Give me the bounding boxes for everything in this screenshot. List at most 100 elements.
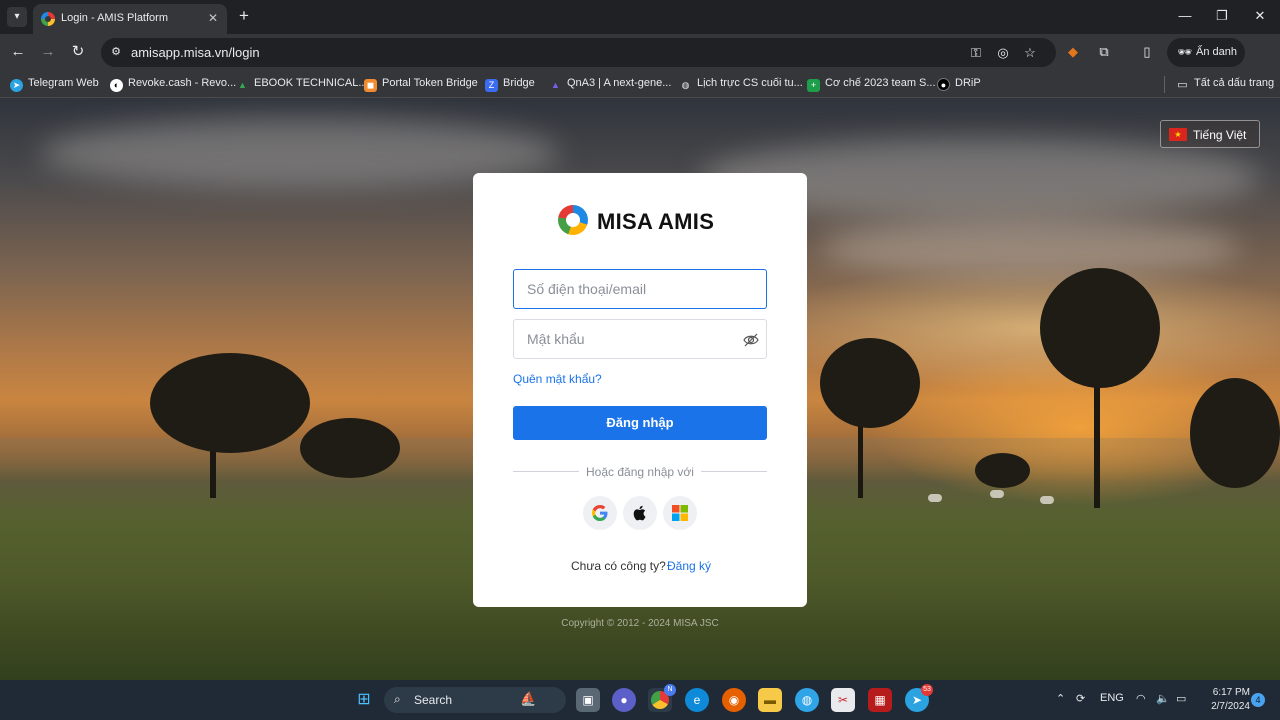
wifi-icon[interactable]: ◠ bbox=[1136, 692, 1146, 705]
tab-title: Login - AMIS Platform bbox=[61, 12, 168, 24]
signup-link[interactable]: Đăng ký bbox=[667, 559, 711, 573]
windows-taskbar: ⊞ ⌕ Search ⛵ ▣ ● N e ◉ ▬ ◍ ✂ ▦ ➤ 53 ⌃ ⟳ … bbox=[0, 680, 1280, 720]
portal-icon: ◼ bbox=[364, 79, 377, 92]
forgot-password-link[interactable]: Quên mật khẩu? bbox=[513, 372, 602, 386]
chrome-profile-badge: N bbox=[664, 684, 676, 696]
calculator-icon[interactable]: ▦ bbox=[868, 688, 892, 712]
edge-icon[interactable]: e bbox=[685, 688, 709, 712]
window-close-icon[interactable]: ✕ bbox=[1249, 6, 1271, 26]
extensions-puzzle-icon[interactable]: ⧉ bbox=[1095, 43, 1113, 61]
bookmark-drip[interactable]: ● DRiP bbox=[937, 77, 981, 93]
eye-slash-icon[interactable] bbox=[742, 331, 760, 349]
bookmark-bridge[interactable]: Z Bridge bbox=[485, 77, 535, 93]
incognito-indicator[interactable]: 🕶 Ẩn danh bbox=[1167, 38, 1245, 67]
teams-chat-icon[interactable]: ● bbox=[612, 688, 636, 712]
browser-tab-active[interactable]: Login - AMIS Platform ✕ bbox=[33, 4, 227, 34]
search-label: Search bbox=[414, 693, 453, 707]
password-key-icon[interactable]: ⚿ bbox=[967, 44, 985, 62]
microsoft-icon bbox=[672, 505, 688, 521]
login-page-background: ★ Tiếng Việt MISA AMIS Quên mật khẩu? Đă… bbox=[0, 98, 1280, 680]
signup-question: Chưa có công ty? bbox=[571, 559, 666, 573]
window-minimize-icon[interactable]: — bbox=[1174, 6, 1196, 26]
eye-off-icon[interactable]: ◎ bbox=[994, 44, 1012, 62]
divider-text: Hoặc đăng nhập với bbox=[586, 465, 694, 479]
address-bar[interactable]: ⚙ amisapp.misa.vn/login ⚿ ◎ ☆ bbox=[101, 38, 1056, 67]
language-selector-button[interactable]: ★ Tiếng Việt bbox=[1160, 120, 1260, 148]
incognito-label: Ẩn danh bbox=[1196, 46, 1237, 58]
telegram-taskbar-icon[interactable]: ➤ 53 bbox=[905, 684, 933, 712]
windows-start-icon[interactable]: ⊞ bbox=[352, 688, 376, 712]
sheep-shape bbox=[928, 494, 942, 502]
clock-date: 2/7/2024 bbox=[1211, 701, 1250, 712]
bookmarks-bar: ➤ Telegram Web ◐ Revoke.cash - Revo... ▲ EB… bbox=[0, 71, 1280, 98]
back-arrow-icon[interactable]: ← bbox=[8, 42, 28, 62]
metamask-extension-icon[interactable]: ◆ bbox=[1064, 43, 1082, 61]
password-field[interactable] bbox=[513, 319, 767, 359]
bookmark-telegram-web[interactable]: ➤ Telegram Web bbox=[10, 77, 99, 93]
login-button[interactable]: Đăng nhập bbox=[513, 406, 767, 440]
forward-arrow-icon[interactable]: → bbox=[38, 42, 58, 62]
incognito-icon: 🕶 bbox=[1177, 45, 1193, 59]
tray-chevron-up-icon[interactable]: ⌃ bbox=[1056, 692, 1065, 705]
bookmark-qna3[interactable]: ▲ QnA3 | A next-gene... bbox=[549, 77, 671, 93]
tree-canopy bbox=[1190, 378, 1280, 488]
cloud-shape bbox=[820, 218, 1240, 278]
microsoft-login-button[interactable] bbox=[663, 496, 697, 530]
bridge-z-icon: Z bbox=[485, 79, 498, 92]
google-sheets-icon: + bbox=[807, 79, 820, 92]
bookmark-lich-truc-cs[interactable]: ◍ Lịch trực CS cuối tu... bbox=[679, 77, 803, 93]
telegram-unread-badge: 53 bbox=[921, 684, 933, 696]
misa-amis-logo-icon bbox=[558, 205, 588, 235]
bookmarks-separator bbox=[1164, 76, 1165, 93]
sync-icon[interactable]: ⟳ bbox=[1076, 692, 1085, 705]
globe-icon: ◍ bbox=[681, 80, 690, 90]
input-language[interactable]: ENG bbox=[1100, 692, 1124, 704]
snipping-tool-icon[interactable]: ✂ bbox=[831, 688, 855, 712]
bookmark-co-che-2023[interactable]: + Cơ chế 2023 team S... bbox=[807, 77, 936, 93]
side-panel-icon[interactable]: ▯ bbox=[1138, 43, 1156, 61]
tree-trunk bbox=[1094, 368, 1100, 508]
tree-canopy bbox=[820, 338, 920, 428]
site-info-tune-icon[interactable]: ⚙ bbox=[109, 45, 123, 59]
task-view-icon[interactable]: ▣ bbox=[576, 688, 600, 712]
firefox-icon[interactable]: ◉ bbox=[722, 688, 746, 712]
clock-time: 6:17 PM bbox=[1212, 687, 1250, 698]
tree-canopy bbox=[300, 418, 400, 478]
browser-tab-bar: ▾ Login - AMIS Platform ✕ + — ❐ ✕ bbox=[0, 0, 1280, 34]
volume-muted-icon[interactable]: 🔈 bbox=[1156, 692, 1170, 705]
notification-count-badge[interactable]: 4 bbox=[1251, 693, 1265, 707]
taskbar-search-box[interactable]: ⌕ Search ⛵ bbox=[384, 687, 566, 713]
search-icon: ⌕ bbox=[394, 692, 401, 706]
login-card: MISA AMIS Quên mật khẩu? Đăng nhập Hoặc … bbox=[473, 173, 807, 607]
bookmark-revoke-cash[interactable]: ◐ Revoke.cash - Revo... bbox=[110, 77, 236, 93]
bookmark-star-icon[interactable]: ☆ bbox=[1021, 44, 1039, 62]
folder-icon: ▭ bbox=[1177, 79, 1188, 91]
file-explorer-icon[interactable]: ▬ bbox=[758, 688, 782, 712]
taskbar-clock[interactable]: 6:17 PM 2/7/2024 bbox=[1198, 686, 1250, 714]
google-login-button[interactable] bbox=[583, 496, 617, 530]
username-field[interactable] bbox=[513, 269, 767, 309]
tree-canopy bbox=[1040, 268, 1160, 388]
url-text[interactable]: amisapp.misa.vn/login bbox=[131, 45, 260, 60]
logo-text: MISA AMIS bbox=[597, 209, 715, 234]
all-bookmarks-folder[interactable]: ▭ Tất cả dấu trang bbox=[1176, 77, 1274, 93]
window-restore-icon[interactable]: ❐ bbox=[1211, 6, 1233, 26]
qna3-icon: ▲ bbox=[551, 80, 560, 90]
chrome-taskbar-icon[interactable]: N bbox=[648, 684, 676, 712]
username-input[interactable] bbox=[514, 270, 766, 308]
apple-login-button[interactable] bbox=[623, 496, 657, 530]
new-tab-plus-icon[interactable]: + bbox=[234, 6, 254, 26]
tab-search-chevron-icon[interactable]: ▾ bbox=[7, 7, 27, 27]
sheep-shape bbox=[1040, 496, 1054, 504]
reload-icon[interactable]: ↻ bbox=[68, 42, 88, 62]
tree-canopy bbox=[150, 353, 310, 453]
language-label: Tiếng Việt bbox=[1193, 128, 1247, 142]
bookmark-ebook-technical[interactable]: ▲ EBOOK TECHNICAL... bbox=[236, 77, 367, 93]
revoke-cash-icon: ◐ bbox=[110, 79, 123, 92]
maps-globe-icon[interactable]: ◍ bbox=[795, 688, 819, 712]
battery-icon[interactable]: ▭ bbox=[1176, 692, 1186, 705]
bookmark-portal-token-bridge[interactable]: ◼ Portal Token Bridge bbox=[364, 77, 478, 93]
tab-close-icon[interactable]: ✕ bbox=[205, 10, 221, 26]
google-icon bbox=[592, 505, 608, 521]
password-input[interactable] bbox=[514, 320, 766, 358]
